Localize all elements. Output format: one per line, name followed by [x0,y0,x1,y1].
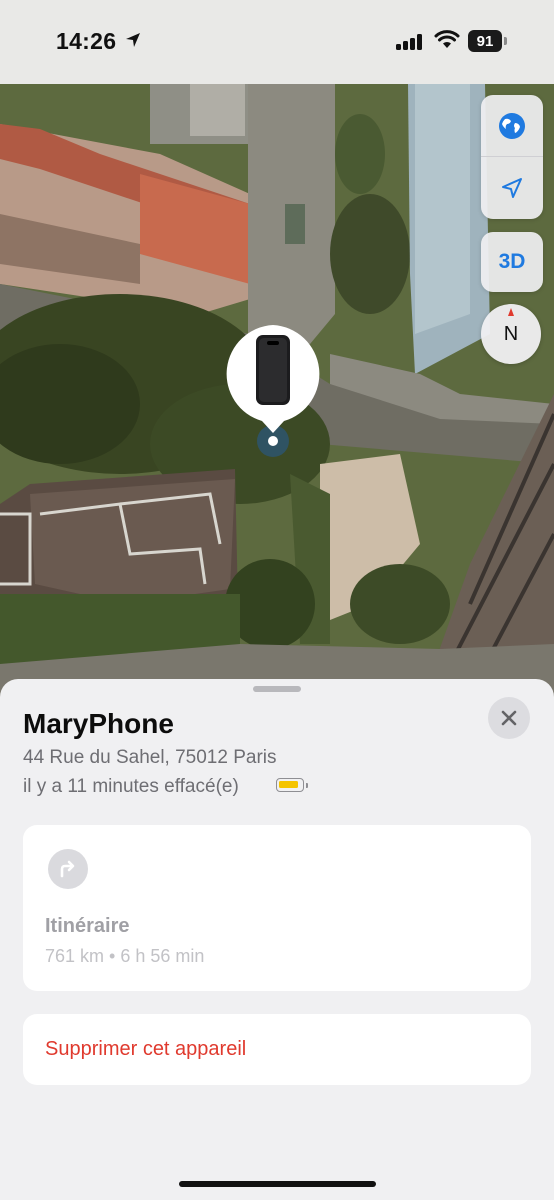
directions-button[interactable] [48,849,88,889]
locate-me-button[interactable] [481,157,543,219]
remove-device-label: Supprimer cet appareil [45,1038,247,1060]
sheet-grabber[interactable] [253,686,301,692]
battery-level: 91 [476,32,494,50]
status-bar: 14:26 91 [0,0,554,84]
last-seen-text: il y a 11 minutes effacé(e) [23,776,239,797]
device-battery-tip [306,783,308,788]
3d-button[interactable]: 3D [481,232,543,292]
battery-tip [504,37,507,45]
cellular-signal-icon [396,34,422,50]
device-battery-fill [279,781,298,788]
device-address: 44 Rue du Sahel, 75012 Paris [23,747,277,768]
device-name: MaryPhone [23,708,174,739]
turn-right-arrow-icon [60,860,75,878]
home-indicator[interactable] [179,1181,376,1187]
directions-card[interactable]: Itinéraire 761 km • 6 h 56 min [23,825,531,991]
status-time: 14:26 [56,28,117,54]
device-detail-sheet: MaryPhone 44 Rue du Sahel, 75012 Paris i… [0,679,554,1200]
battery-icon: 91 [468,30,502,52]
iphone-device-icon[interactable] [222,323,324,458]
map-controls [481,95,543,219]
close-icon [501,710,517,726]
location-arrow-icon [126,33,140,47]
directions-detail: 761 km • 6 h 56 min [45,946,205,966]
directions-title: Itinéraire [45,915,130,937]
close-button[interactable] [488,697,530,739]
device-battery-icon [276,778,304,792]
compass-needle-icon [508,308,514,316]
map-style-button[interactable] [481,95,543,157]
location-arrow-icon [502,178,522,198]
compass-button[interactable]: N [481,304,541,364]
remove-device-button[interactable]: Supprimer cet appareil [23,1014,531,1085]
globe-icon [499,113,525,139]
wifi-icon [434,30,460,48]
